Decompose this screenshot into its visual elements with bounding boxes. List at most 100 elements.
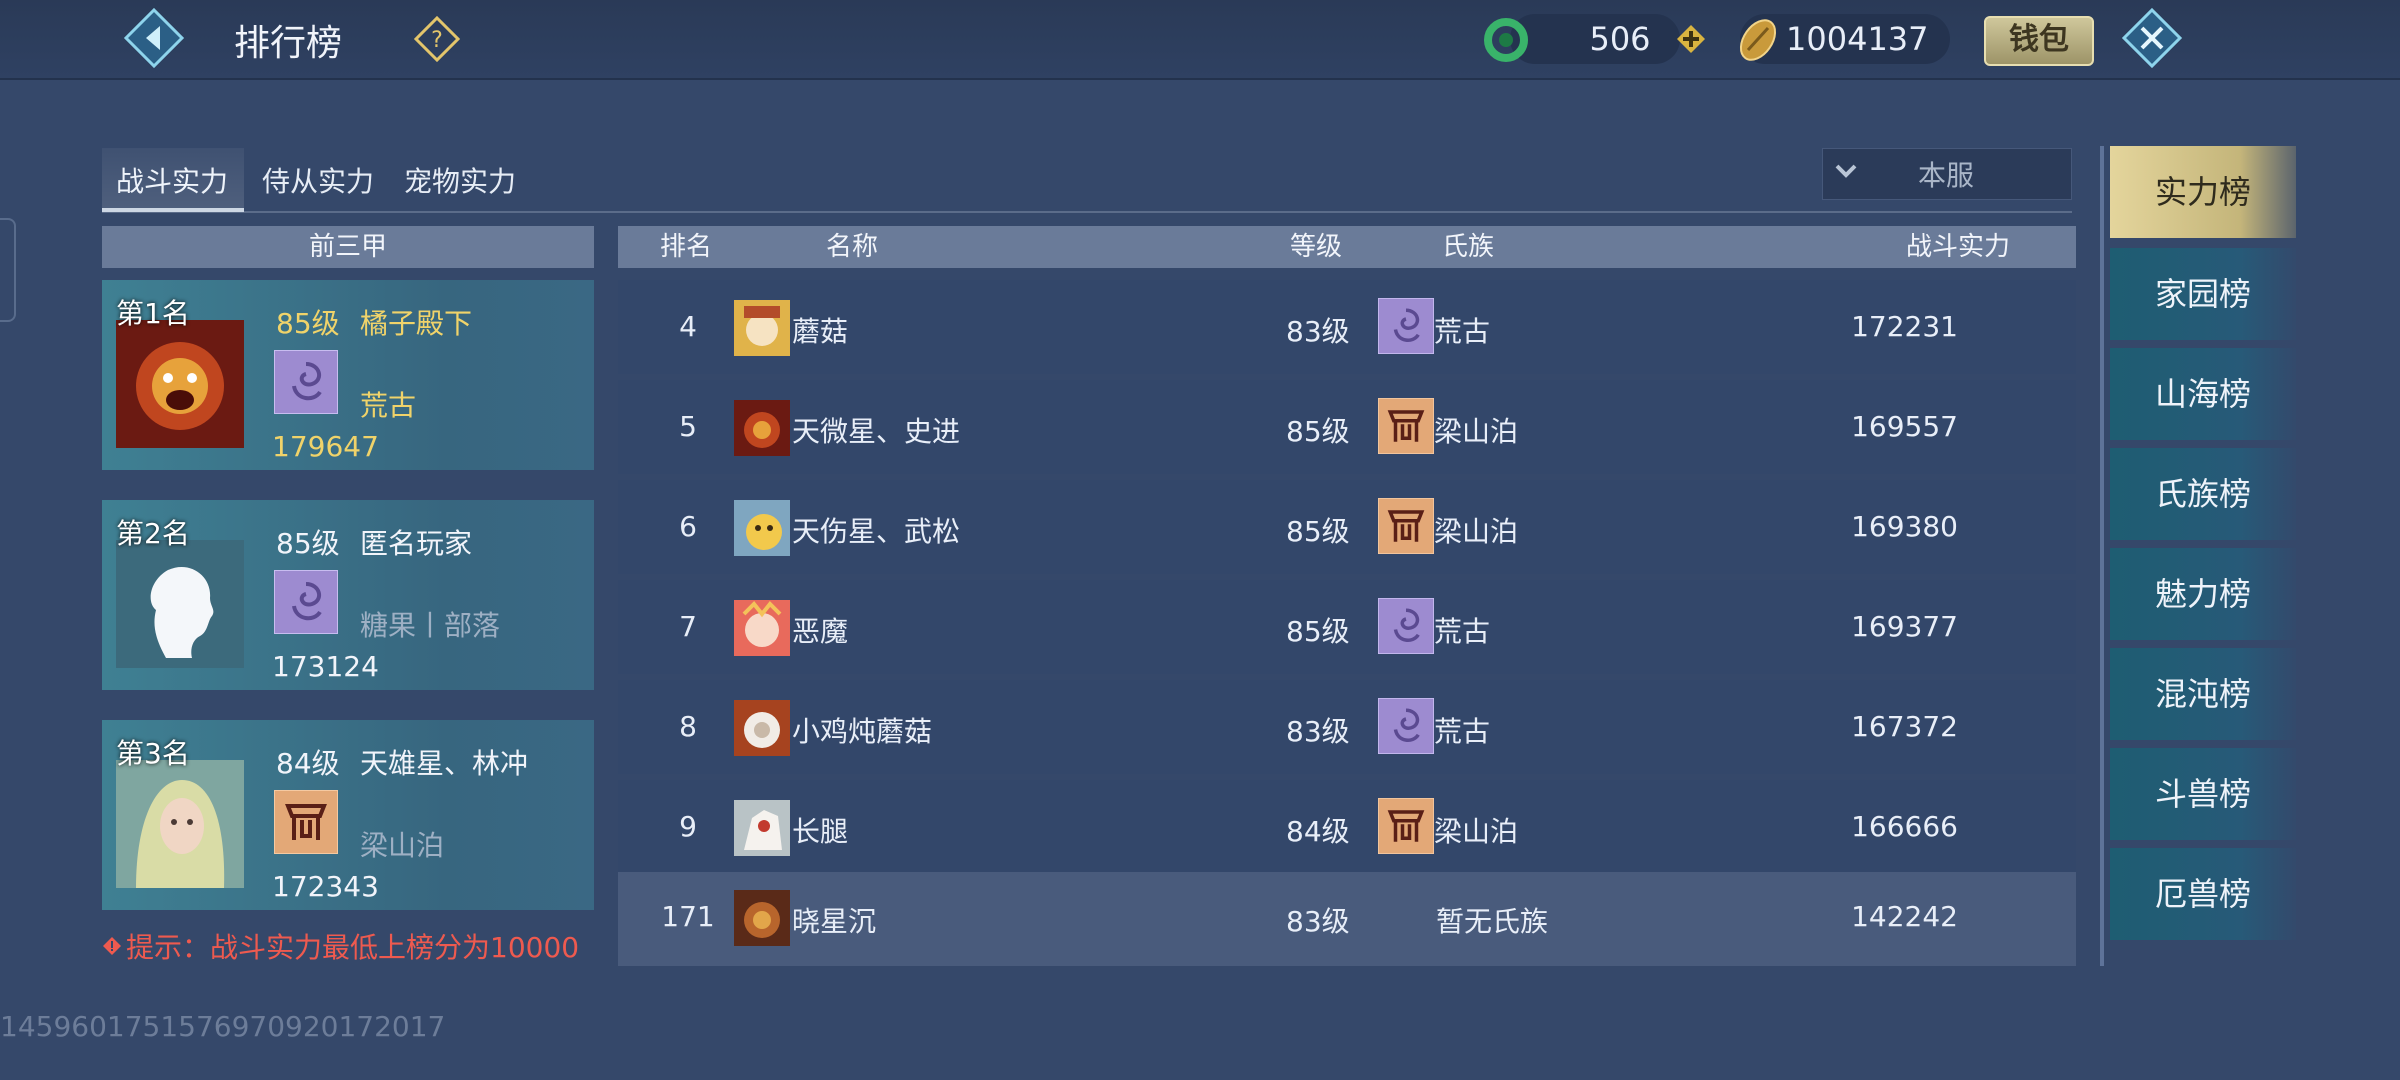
row-level: 83级 bbox=[1286, 715, 1350, 748]
anonymous-avatar-icon bbox=[116, 540, 244, 668]
swirl-emblem-icon bbox=[274, 350, 338, 414]
rank-label: 第1名 bbox=[116, 297, 190, 330]
player-avatar bbox=[734, 700, 790, 756]
category-beast-fight-ranking[interactable]: 斗兽榜 bbox=[2110, 748, 2296, 840]
battle-power: 179647 bbox=[272, 430, 379, 463]
row-battle-power: 172231 bbox=[1851, 310, 1958, 343]
player-avatar bbox=[734, 300, 790, 356]
row-name: 天伤星、武松 bbox=[792, 515, 961, 548]
column-rank: 排名 bbox=[660, 232, 713, 262]
column-clan: 氏族 bbox=[1442, 232, 1495, 262]
row-level: 85级 bbox=[1286, 415, 1350, 448]
rank-label: 第2名 bbox=[116, 517, 190, 550]
player-level: 84级 bbox=[276, 747, 340, 780]
top-three-card-1[interactable]: 第1名 85级 橘子殿下 荒古 179647 bbox=[102, 280, 594, 470]
row-name: 天微星、史进 bbox=[792, 415, 961, 448]
battle-power: 172343 bbox=[272, 870, 379, 903]
row-level: 83级 bbox=[1286, 905, 1350, 938]
side-drawer-handle[interactable] bbox=[0, 218, 16, 322]
row-clan: 梁山泊 bbox=[1434, 515, 1519, 548]
banner-emblem-icon bbox=[274, 790, 338, 854]
rank-label: 第3名 bbox=[116, 737, 190, 770]
jade-ring-icon bbox=[1484, 18, 1528, 62]
table-row[interactable]: 7 恶魔 85级 荒古 169377 bbox=[618, 580, 2076, 674]
tab-active-underline bbox=[102, 208, 244, 212]
player-avatar bbox=[734, 500, 790, 556]
swirl-emblem-icon bbox=[1378, 598, 1434, 654]
player-avatar bbox=[734, 890, 790, 946]
ranking-table-header: 排名 名称 等级 氏族 战斗实力 bbox=[618, 226, 2076, 268]
player-avatar bbox=[734, 800, 790, 856]
row-clan: 荒古 bbox=[1434, 715, 1491, 748]
close-icon[interactable] bbox=[2120, 6, 2184, 70]
wallet-button[interactable]: 钱包 bbox=[1984, 16, 2094, 66]
category-home-ranking[interactable]: 家园榜 bbox=[2110, 248, 2296, 340]
server-select-value: 本服 bbox=[1918, 159, 1975, 192]
player-level: 85级 bbox=[276, 527, 340, 560]
clan-name: 糖果丨部落 bbox=[360, 609, 501, 642]
tab-battle-power[interactable]: 战斗实力 bbox=[116, 160, 228, 200]
category-divider bbox=[2100, 146, 2104, 966]
player-avatar bbox=[116, 320, 244, 448]
player-name: 天雄星、林冲 bbox=[360, 747, 529, 780]
row-level: 85级 bbox=[1286, 615, 1350, 648]
column-level: 等级 bbox=[1290, 232, 1343, 262]
top-three-header: 前三甲 bbox=[102, 226, 594, 268]
clan-name: 荒古 bbox=[360, 389, 417, 422]
table-row[interactable]: 5 天微星、史进 85级 梁山泊 169557 bbox=[618, 380, 2076, 474]
top-three-card-3[interactable]: 第3名 84级 天雄星、林冲 梁山泊 172343 bbox=[102, 720, 594, 910]
player-name: 匿名玩家 bbox=[360, 527, 473, 560]
row-clan: 荒古 bbox=[1434, 315, 1491, 348]
player-avatar bbox=[116, 760, 244, 888]
row-battle-power: 169377 bbox=[1851, 610, 1958, 643]
session-id-text: 1459601751576970920172017 bbox=[0, 1010, 446, 1043]
category-power-ranking[interactable]: 实力榜 bbox=[2110, 146, 2296, 238]
player-avatar bbox=[734, 400, 790, 456]
help-icon[interactable]: ? bbox=[414, 16, 460, 62]
table-row[interactable]: 6 天伤星、武松 85级 梁山泊 169380 bbox=[618, 480, 2076, 574]
page-title: 排行榜 bbox=[234, 23, 343, 64]
jade-amount: 506 bbox=[1589, 20, 1651, 58]
row-name: 恶魔 bbox=[792, 615, 849, 648]
row-battle-power: 169380 bbox=[1851, 510, 1958, 543]
gold-ingot-icon bbox=[1739, 19, 1777, 61]
category-shanhai-ranking[interactable]: 山海榜 bbox=[2110, 348, 2296, 440]
coin-amount: 1004137 bbox=[1786, 20, 1929, 58]
row-clan: 暂无氏族 bbox=[1436, 905, 1549, 938]
table-row[interactable]: 8 小鸡炖蘑菇 83级 荒古 167372 bbox=[618, 680, 2076, 774]
player-avatar bbox=[734, 600, 790, 656]
svg-text:?: ? bbox=[431, 28, 443, 53]
banner-emblem-icon bbox=[1378, 498, 1434, 554]
row-level: 85级 bbox=[1286, 515, 1350, 548]
category-charm-ranking[interactable]: 魅力榜 bbox=[2110, 548, 2296, 640]
banner-emblem-icon bbox=[1378, 798, 1434, 854]
clan-name: 梁山泊 bbox=[360, 829, 445, 862]
row-name: 晓星沉 bbox=[792, 905, 877, 938]
swirl-emblem-icon bbox=[274, 570, 338, 634]
category-clan-ranking[interactable]: 氏族榜 bbox=[2110, 448, 2296, 540]
back-arrow-icon[interactable] bbox=[122, 6, 186, 70]
table-row[interactable]: 9 长腿 84级 梁山泊 166666 bbox=[618, 780, 2076, 874]
row-battle-power: 167372 bbox=[1851, 710, 1958, 743]
add-currency-icon[interactable] bbox=[1676, 24, 1706, 54]
row-level: 83级 bbox=[1286, 315, 1350, 348]
row-clan: 梁山泊 bbox=[1434, 815, 1519, 848]
table-row[interactable]: 4 蘑菇 83级 荒古 172231 bbox=[618, 280, 2076, 374]
row-battle-power: 142242 bbox=[1851, 900, 1958, 933]
my-rank-row[interactable]: 171 晓星沉 83级 暂无氏族 142242 bbox=[618, 872, 2076, 966]
row-battle-power: 169557 bbox=[1851, 410, 1958, 443]
top-three-card-2[interactable]: 第2名 85级 匿名玩家 糖果丨部落 173124 bbox=[102, 500, 594, 690]
category-chaos-ranking[interactable]: 混沌榜 bbox=[2110, 648, 2296, 740]
battle-power: 173124 bbox=[272, 650, 379, 683]
row-battle-power: 166666 bbox=[1851, 810, 1958, 843]
tab-attendant-power[interactable]: 侍从实力 bbox=[262, 160, 374, 200]
tabs-divider bbox=[102, 211, 2072, 213]
tab-pet-power[interactable]: 宠物实力 bbox=[404, 160, 516, 200]
row-clan: 荒古 bbox=[1434, 615, 1491, 648]
player-level: 85级 bbox=[276, 307, 340, 340]
category-fierce-beast-ranking[interactable]: 厄兽榜 bbox=[2110, 848, 2296, 940]
row-name: 蘑菇 bbox=[792, 315, 849, 348]
player-name: 橘子殿下 bbox=[360, 307, 473, 340]
column-battle-power: 战斗实力 bbox=[1906, 232, 2011, 262]
row-name: 长腿 bbox=[792, 815, 849, 848]
